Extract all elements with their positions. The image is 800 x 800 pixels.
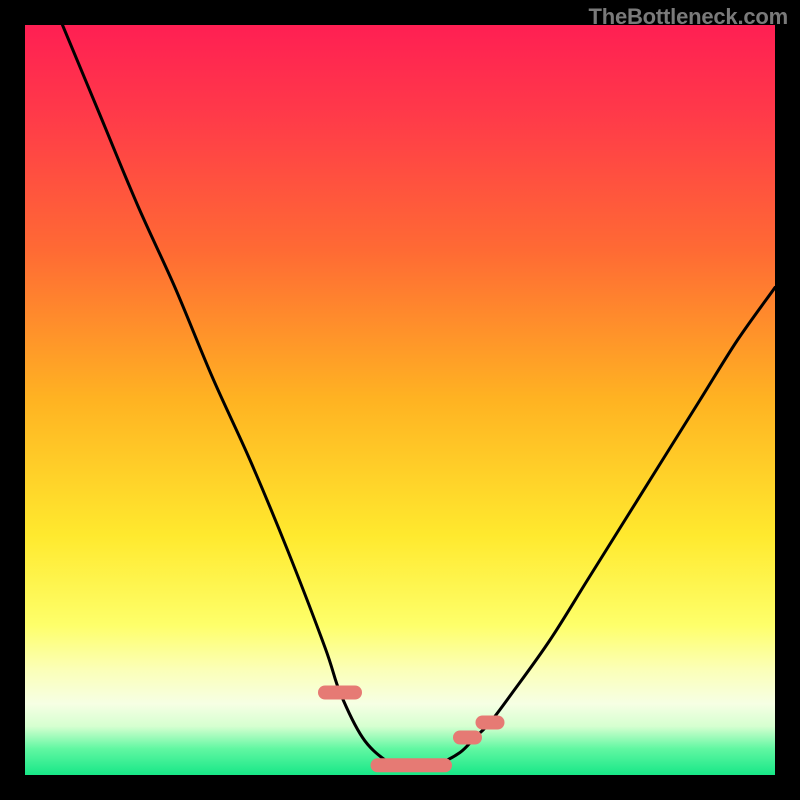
gradient-background <box>25 25 775 775</box>
chart-svg <box>25 25 775 775</box>
outer-frame: TheBottleneck.com <box>0 0 800 800</box>
watermark-text: TheBottleneck.com <box>588 4 788 30</box>
plot-area <box>25 25 775 775</box>
